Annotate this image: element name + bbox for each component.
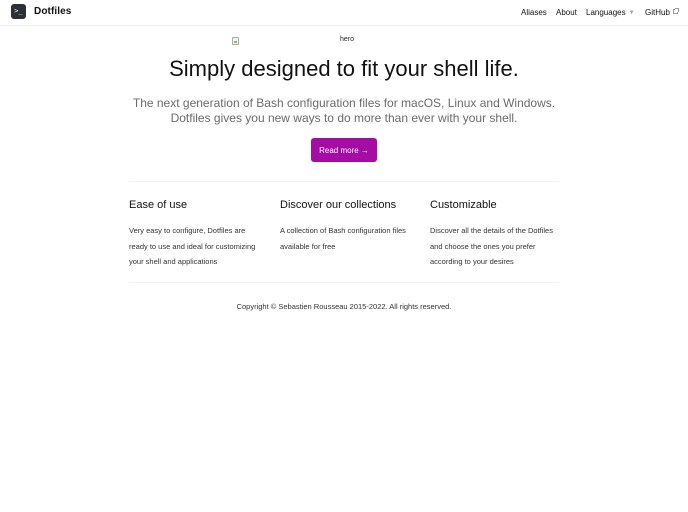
feature-line: A collection of Bash configuration files — [280, 226, 406, 235]
feature-customizable: Customizable Discover all the details of… — [430, 199, 570, 270]
feature-line: and choose the ones you prefer — [430, 241, 536, 251]
brand-name: Dotfiles — [34, 6, 72, 17]
brand-link[interactable]: >_ Dotfiles — [11, 4, 71, 19]
feature-line: ready to use and ideal for customizing — [129, 241, 256, 251]
broken-image-icon — [232, 37, 239, 45]
feature-line: according to your desires — [430, 257, 514, 266]
nav-link-languages[interactable]: Languages ▼ — [586, 8, 635, 17]
top-navbar: >_ Dotfiles Aliases About Languages ▼ Git… — [0, 0, 688, 26]
feature-description: Discover all the details of the Dotfiles… — [430, 223, 570, 270]
nav-link-languages-label: Languages — [586, 8, 626, 17]
feature-description: Very easy to configure, Dotfiles are rea… — [129, 223, 269, 270]
hero-image: hero — [232, 36, 354, 45]
feature-line: Very easy to configure, Dotfiles are — [129, 226, 246, 235]
lead-line-2: Dotfiles gives you new ways to do more t… — [170, 111, 518, 125]
feature-line: Discover all the details of the Dotfiles — [430, 226, 553, 235]
divider — [129, 282, 559, 283]
feature-title: Discover our collections — [280, 199, 397, 211]
chevron-down-icon: ▼ — [628, 10, 635, 16]
nav-link-about[interactable]: About — [556, 8, 577, 17]
feature-title: Customizable — [430, 199, 497, 211]
footer-copyright: Copyright © Sebastien Rousseau 2015-2022… — [236, 302, 452, 311]
feature-line: your shell and applications — [129, 257, 218, 266]
page-headline: Simply designed to fit your shell life. — [169, 56, 519, 81]
feature-collections: Discover our collections A collection of… — [280, 199, 420, 254]
terminal-logo-icon: >_ — [11, 4, 26, 19]
nav-link-github[interactable]: GitHub — [645, 8, 679, 17]
read-more-button[interactable]: Read more → — [311, 138, 377, 162]
divider — [129, 181, 559, 182]
hero-image-alt: hero — [340, 36, 355, 43]
nav-link-github-label: GitHub — [645, 8, 670, 17]
feature-title: Ease of use — [129, 199, 188, 211]
external-link-icon — [672, 8, 679, 14]
feature-description: A collection of Bash configuration files… — [280, 223, 420, 254]
feature-line: available for free — [280, 241, 336, 251]
lead-line-1: The next generation of Bash configuratio… — [132, 96, 556, 110]
feature-ease-of-use: Ease of use Very easy to configure, Dotf… — [129, 199, 269, 270]
nav-link-aliases[interactable]: Aliases — [521, 8, 547, 17]
